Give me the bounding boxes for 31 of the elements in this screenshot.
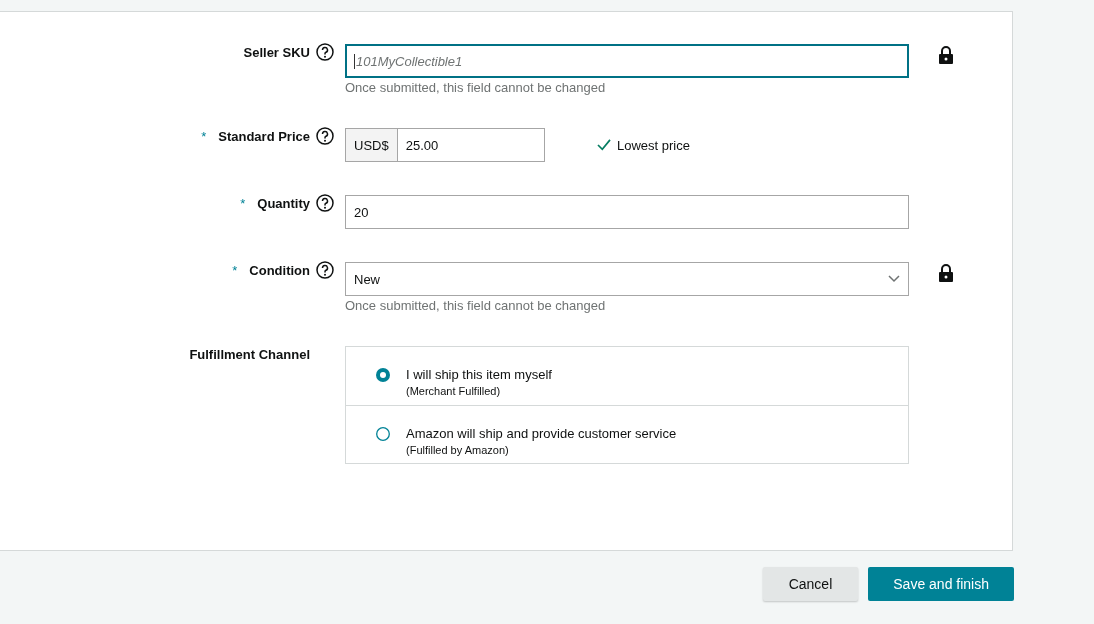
field-label: Seller SKU	[243, 44, 310, 60]
chevron-down-icon	[888, 275, 900, 283]
field-note: Once submitted, this field cannot be changed	[345, 298, 607, 313]
help-icon[interactable]	[316, 194, 334, 212]
field-label: Condition	[249, 262, 310, 278]
radio-button[interactable]	[376, 427, 390, 441]
cancel-button[interactable]: Cancel	[762, 567, 859, 601]
text-field[interactable]: 101MyCollectible1	[345, 44, 909, 78]
field-label: Quantity	[257, 195, 310, 211]
radio-option[interactable]: I will ship this item myself (Merchant Fulfilled)	[346, 347, 908, 405]
check-icon	[597, 139, 611, 151]
save-button[interactable]: Save and finish	[868, 567, 1014, 601]
field-note: Once submitted, this field cannot be changed	[345, 80, 607, 95]
radio-button[interactable]	[376, 368, 390, 382]
required-mark: *	[232, 262, 238, 278]
field-label: Fulfillment Channel	[189, 346, 310, 362]
required-mark: *	[240, 195, 246, 211]
condition-dropdown[interactable]: New	[345, 262, 909, 296]
option-subtitle: (Merchant Fulfilled)	[406, 385, 502, 397]
option-title: I will ship this item myself	[406, 367, 552, 382]
required-mark: *	[201, 128, 207, 144]
price-field[interactable]: USD$ 25.00	[345, 128, 545, 162]
help-icon[interactable]	[316, 43, 334, 61]
option-title: Amazon will ship and provide customer service	[406, 426, 677, 441]
help-icon[interactable]	[316, 261, 334, 279]
field-label: Standard Price	[218, 128, 310, 144]
price-status: Lowest price	[617, 137, 690, 153]
option-subtitle: (Fulfilled by Amazon)	[406, 444, 510, 456]
help-icon[interactable]	[316, 127, 334, 145]
radio-option[interactable]: Amazon will ship and provide customer service (Fulfilled by Amazon)	[346, 405, 908, 463]
text-field[interactable]: 20	[345, 195, 909, 229]
